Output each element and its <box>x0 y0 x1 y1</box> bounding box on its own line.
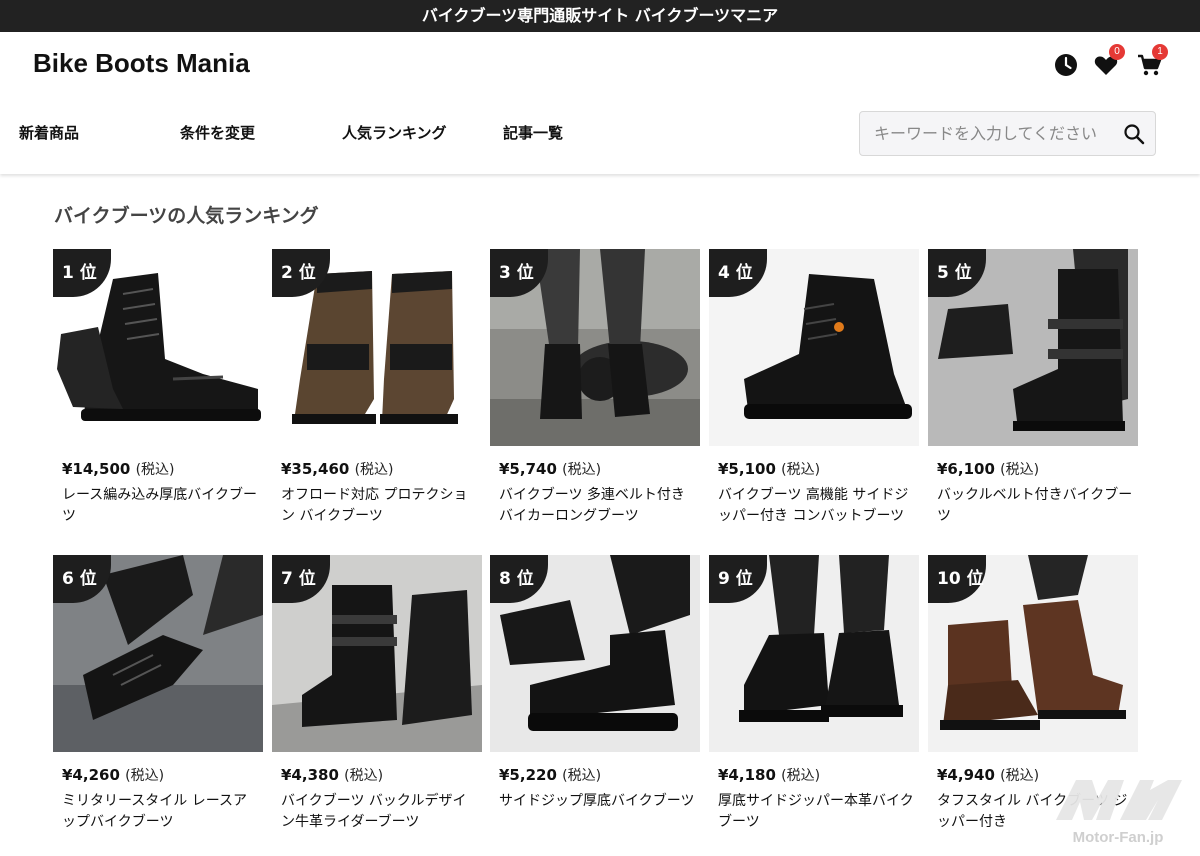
nav-change-conditions[interactable]: 条件を変更 <box>180 122 255 143</box>
main-nav: 新着商品 条件を変更 人気ランキング 記事一覧 <box>0 122 840 146</box>
cart-button[interactable]: 1 <box>1136 44 1168 78</box>
nav-articles[interactable]: 記事一覧 <box>503 122 563 143</box>
favorites-count-badge: 0 <box>1109 44 1125 60</box>
product-price: ¥5,100 (税込) <box>718 460 821 478</box>
product-name[interactable]: サイドジップ厚底バイクブーツ <box>499 791 695 812</box>
product-price: ¥35,460 (税込) <box>281 460 394 478</box>
site-logo[interactable]: Bike Boots Mania <box>33 48 250 79</box>
product-price: ¥14,500 (税込) <box>62 460 175 478</box>
search-icon[interactable] <box>1123 123 1145 145</box>
product-price: ¥5,220 (税込) <box>499 766 602 784</box>
product-price: ¥4,940 (税込) <box>937 766 1040 784</box>
product-name[interactable]: ミリタリースタイル レースアップバイクブーツ <box>62 791 258 833</box>
product-name[interactable]: バイクブーツ バックルデザイン牛革ライダーブーツ <box>281 791 477 833</box>
product-card[interactable]: 5 位 ¥6,100 (税込) バックルベルト付きバイクブーツ <box>928 249 1138 539</box>
motor-fan-watermark: Motor-Fan.jp <box>1050 772 1186 850</box>
product-card[interactable]: 7 位 ¥4,380 (税込) バイクブーツ バックルデザイン牛革ライダーブーツ <box>272 555 482 845</box>
product-card[interactable]: 2 位 ¥35,460 (税込) オフロード対応 プロテクション バイクブーツ <box>272 249 482 539</box>
product-price: ¥4,260 (税込) <box>62 766 165 784</box>
search-box <box>859 111 1156 156</box>
product-card[interactable]: 3 位 ¥5,740 (税込) バイクブーツ 多連ベルト付きバイカーロングブーツ <box>490 249 700 539</box>
product-price: ¥4,180 (税込) <box>718 766 821 784</box>
product-price: ¥5,740 (税込) <box>499 460 602 478</box>
top-announcement-bar: バイクブーツ専門通販サイト バイクブーツマニア <box>0 0 1200 32</box>
favorites-button[interactable]: 0 <box>1093 44 1125 78</box>
product-name[interactable]: 厚底サイドジッパー本革バイクブーツ <box>718 791 914 833</box>
product-name[interactable]: バイクブーツ 高機能 サイドジッパー付き コンバットブーツ <box>718 485 914 527</box>
product-name[interactable]: オフロード対応 プロテクション バイクブーツ <box>281 485 477 527</box>
watermark-text: Motor-Fan.jp <box>1073 829 1164 846</box>
announcement-text: バイクブーツ専門通販サイト バイクブーツマニア <box>421 6 779 25</box>
product-name[interactable]: レース編み込み厚底バイクブーツ <box>62 485 258 527</box>
product-card[interactable]: 6 位 ¥4,260 (税込) ミリタリースタイル レースアップバイクブーツ <box>53 555 263 845</box>
product-price: ¥4,380 (税込) <box>281 766 384 784</box>
cart-count-badge: 1 <box>1152 44 1168 60</box>
product-name[interactable]: バックルベルト付きバイクブーツ <box>937 485 1133 527</box>
product-name[interactable]: バイクブーツ 多連ベルト付きバイカーロングブーツ <box>499 485 695 527</box>
search-input[interactable] <box>860 112 1120 155</box>
nav-new-arrivals[interactable]: 新着商品 <box>19 122 79 143</box>
ranking-heading: バイクブーツの人気ランキング <box>54 205 319 227</box>
product-card[interactable]: 9 位 ¥4,180 (税込) 厚底サイドジッパー本革バイクブーツ <box>709 555 919 845</box>
product-price: ¥6,100 (税込) <box>937 460 1040 478</box>
site-header: Bike Boots Mania 0 1 新着商品 条件を変更 人気ランキング … <box>0 32 1200 174</box>
history-icon[interactable] <box>1053 52 1079 78</box>
product-card[interactable]: 8 位 ¥5,220 (税込) サイドジップ厚底バイクブーツ <box>490 555 700 845</box>
nav-popular-ranking[interactable]: 人気ランキング <box>342 122 447 143</box>
product-card[interactable]: 4 位 ¥5,100 (税込) バイクブーツ 高機能 サイドジッパー付き コンバ… <box>709 249 919 539</box>
product-card[interactable]: 1 位 ¥14,500 (税込) レース編み込み厚底バイクブーツ <box>53 249 263 539</box>
